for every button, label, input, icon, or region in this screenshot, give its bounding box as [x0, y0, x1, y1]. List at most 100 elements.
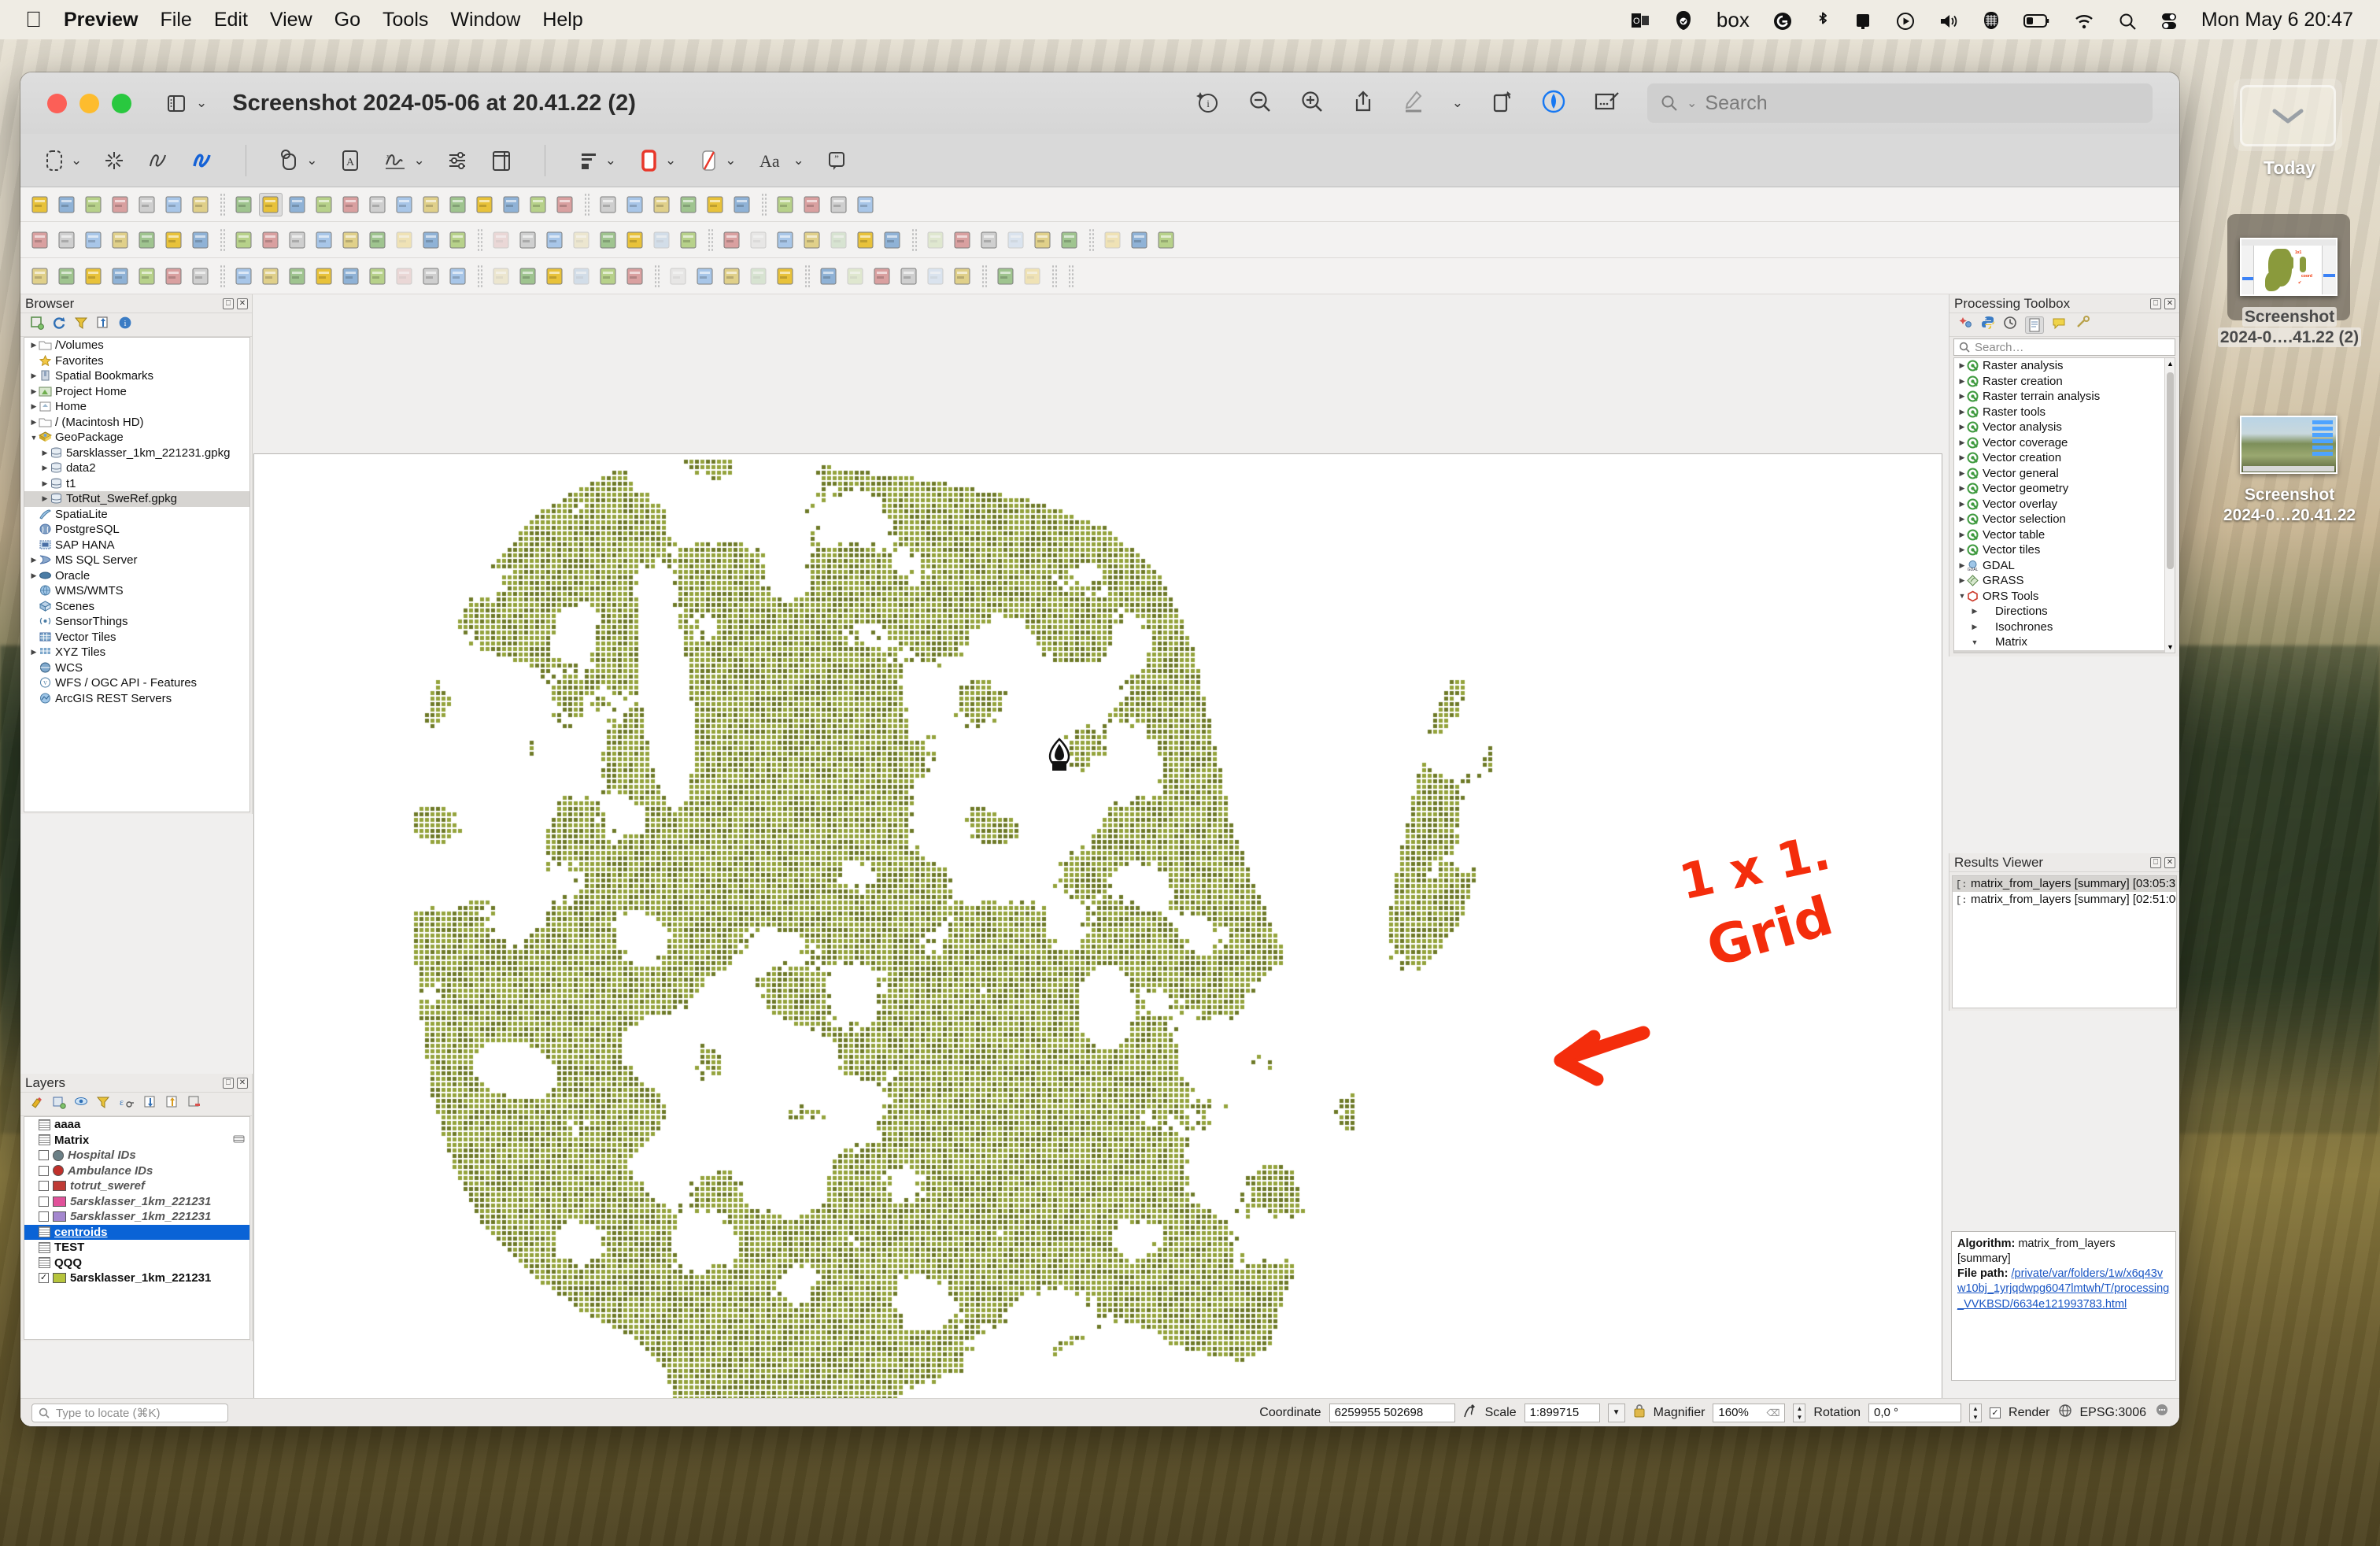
qgis-toolbar-button[interactable]: [28, 228, 52, 252]
qgis-toolbar-button[interactable]: [286, 228, 309, 252]
qgis-toolbar-button[interactable]: [720, 228, 744, 252]
qgis-toolbar-button[interactable]: [490, 228, 513, 252]
minimize-button[interactable]: [79, 93, 99, 113]
processing-tree-item[interactable]: ▶ Raster creation: [1954, 374, 2175, 390]
toolbar-grip[interactable]: [1088, 227, 1094, 252]
remove-layer-icon[interactable]: [187, 1095, 201, 1113]
layers-panel-float-button[interactable]: ⎕: [223, 1077, 234, 1089]
render-checkbox[interactable]: ✓: [1990, 1407, 2001, 1418]
qgis-toolbar-button[interactable]: [286, 264, 309, 288]
keyboard-brightness-icon[interactable]: [1983, 9, 2000, 31]
layer-tree-item[interactable]: Matrix: [24, 1133, 249, 1148]
volume-icon[interactable]: [1938, 9, 1959, 30]
qgis-toolbar-button[interactable]: [1058, 228, 1081, 252]
layer-visibility-checkbox[interactable]: [39, 1165, 49, 1176]
python-scripts-icon[interactable]: [1981, 316, 1995, 334]
processing-panel-close-button[interactable]: ✕: [2164, 298, 2175, 309]
magnifier-stepper[interactable]: ▲ ▼: [1793, 1403, 1806, 1422]
processing-tree-item[interactable]: ▶ Vector analysis: [1954, 420, 2175, 435]
disclosure-triangle-icon[interactable]: ▶: [1957, 361, 1967, 370]
disclosure-triangle-icon[interactable]: ▶: [1957, 377, 1967, 386]
layer-tree-item[interactable]: aaaa: [24, 1117, 249, 1133]
display-icon[interactable]: [1853, 9, 1872, 30]
scale-value[interactable]: 1:899715: [1524, 1403, 1600, 1422]
qgis-toolbar-button[interactable]: [259, 264, 283, 288]
toolbar-grip[interactable]: [477, 264, 482, 288]
qgis-toolbar-button[interactable]: [553, 193, 577, 216]
layer-tree-item[interactable]: Hospital IDs: [24, 1148, 249, 1163]
locator-search-input[interactable]: Type to locate (⌘K): [31, 1403, 228, 1422]
disclosure-triangle-icon[interactable]: ▶: [1957, 392, 1967, 401]
disclosure-triangle-icon[interactable]: ▶: [1957, 576, 1967, 585]
qgis-toolbar-button[interactable]: [312, 193, 336, 216]
browser-tree-item[interactable]: ▶ / (Macintosh HD): [24, 415, 249, 431]
toolbar-grip[interactable]: [584, 192, 589, 216]
models-icon[interactable]: [1959, 316, 1973, 334]
processing-tree-item[interactable]: ▶ Vector creation: [1954, 450, 2175, 466]
qgis-toolbar-button[interactable]: [597, 193, 620, 216]
filter-icon[interactable]: [74, 316, 88, 334]
toolbar-grip[interactable]: [220, 227, 225, 252]
qgis-toolbar-button[interactable]: [800, 193, 824, 216]
results-list-item[interactable]: [::] matrix_from_layers [summary] [02:51:…: [1953, 892, 2176, 908]
processing-tree-item[interactable]: ▶ Vector geometry: [1954, 481, 2175, 497]
toolbar-grip[interactable]: [1051, 264, 1057, 288]
zoom-out-icon[interactable]: [1247, 89, 1273, 118]
box-icon[interactable]: box: [1717, 9, 1750, 30]
qgis-toolbar-button[interactable]: [650, 228, 674, 252]
expand-all-icon[interactable]: [143, 1095, 157, 1113]
toolbar-grip[interactable]: [761, 192, 767, 216]
toolbar-grip[interactable]: [708, 227, 713, 252]
qgis-toolbar-button[interactable]: [730, 193, 754, 216]
processing-tree-item[interactable]: ▶ Vector table: [1954, 527, 2175, 543]
processing-tree-item[interactable]: ▼ ORS Tools: [1954, 589, 2175, 605]
toolbar-grip[interactable]: [804, 264, 810, 288]
disclosure-triangle-icon[interactable]: ▶: [1970, 607, 1979, 616]
qgis-toolbar-button[interactable]: [366, 193, 390, 216]
qgis-toolbar-button[interactable]: [1128, 228, 1151, 252]
disclosure-triangle-icon[interactable]: ▶: [29, 372, 39, 380]
shapes-tool[interactable]: ⌄: [278, 147, 318, 174]
qgis-toolbar-button[interactable]: [189, 228, 213, 252]
messages-icon[interactable]: [2154, 1403, 2170, 1422]
wifi-icon[interactable]: [2074, 9, 2094, 30]
toolbar-grip[interactable]: [981, 264, 987, 288]
layer-tree-item[interactable]: TEST: [24, 1240, 249, 1256]
qgis-toolbar-button[interactable]: [667, 264, 690, 288]
menu-item-view[interactable]: View: [270, 9, 312, 31]
processing-tree-item[interactable]: ▶ Isochrones: [1954, 620, 2175, 635]
qgis-toolbar-button[interactable]: [870, 264, 894, 288]
qgis-toolbar-button[interactable]: [623, 228, 647, 252]
apple-logo-icon[interactable]: : [25, 9, 42, 31]
layer-tree-item[interactable]: QQQ: [24, 1256, 249, 1271]
qgis-toolbar-button[interactable]: [232, 264, 256, 288]
map-canvas[interactable]: 1 x 1. Grid coordinates each Grid: [253, 453, 1942, 1426]
play-circle-icon[interactable]: [1896, 9, 1915, 30]
menu-item-edit[interactable]: Edit: [214, 9, 248, 31]
qgis-toolbar-button[interactable]: [366, 228, 390, 252]
qgis-toolbar-button[interactable]: [55, 228, 79, 252]
qgis-toolbar-button[interactable]: [1101, 228, 1125, 252]
menu-item-go[interactable]: Go: [334, 9, 360, 31]
qgis-toolbar-button[interactable]: [924, 264, 948, 288]
toolbar-grip[interactable]: [654, 264, 660, 288]
menu-item-preview[interactable]: Preview: [64, 9, 139, 31]
qgis-toolbar-button[interactable]: [978, 228, 1001, 252]
browser-tree-item[interactable]: Favorites: [24, 353, 249, 369]
processing-search-input[interactable]: Search…: [1953, 338, 2175, 356]
qgis-toolbar-button[interactable]: [490, 264, 513, 288]
border-color-tool[interactable]: ⌄: [637, 147, 676, 174]
qgis-toolbar-button[interactable]: [844, 264, 867, 288]
disclosure-triangle-icon[interactable]: ▶: [29, 648, 39, 656]
rotation-value[interactable]: 0,0 °: [1868, 1403, 1962, 1422]
qgis-toolbar-button[interactable]: [109, 264, 132, 288]
layers-panel-close-button[interactable]: ✕: [237, 1077, 248, 1089]
qgis-toolbar-button[interactable]: [286, 193, 309, 216]
qgis-toolbar-button[interactable]: [570, 228, 593, 252]
qgis-toolbar-button[interactable]: [677, 228, 700, 252]
collapse-all-icon[interactable]: [165, 1095, 179, 1113]
qgis-toolbar-button[interactable]: [55, 193, 79, 216]
qgis-toolbar-button[interactable]: [720, 264, 744, 288]
coordinate-value[interactable]: 6259955 502698: [1329, 1403, 1455, 1422]
properties-icon[interactable]: i: [118, 316, 132, 334]
